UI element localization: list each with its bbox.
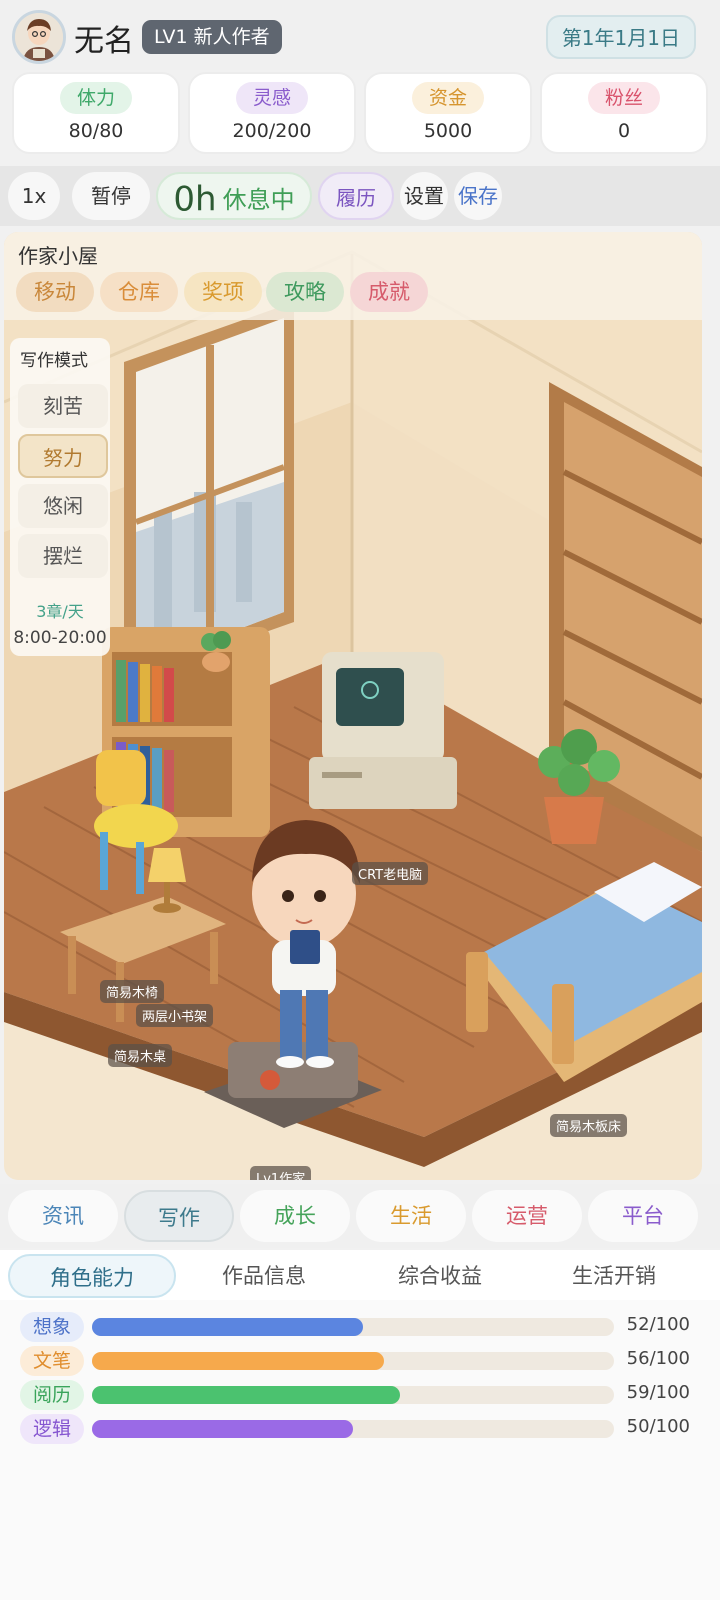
- ability-value: 50/100: [626, 1416, 690, 1437]
- writing-hours: 8:00-20:00: [13, 628, 107, 648]
- writing-mode-title: 写作模式: [20, 351, 88, 371]
- speed-button[interactable]: 1x: [8, 172, 60, 220]
- sub-nav: 角色能力 作品信息 综合收益 生活开销: [0, 1250, 720, 1300]
- main-nav: 资讯 写作 成长 生活 运营 平台: [0, 1184, 720, 1248]
- ability-bar: [92, 1420, 614, 1438]
- ability-bar-fill: [92, 1352, 385, 1370]
- move-button[interactable]: 移动: [16, 272, 94, 312]
- time-controls: 1x 暂停 0h 休息中 履历 设置 保存: [0, 166, 720, 226]
- time-counter: 0h: [173, 179, 217, 220]
- stat-fans: 粉丝 0: [540, 72, 708, 154]
- ability-row: 想象 52/100: [20, 1312, 700, 1342]
- ability-bar-fill: [92, 1318, 364, 1336]
- nav-tab-writing[interactable]: 写作: [124, 1190, 234, 1242]
- nav-tab-news[interactable]: 资讯: [8, 1190, 118, 1242]
- stat-inspiration: 灵感 200/200: [188, 72, 356, 154]
- mode-diligent-button[interactable]: 刻苦: [18, 384, 108, 428]
- room-scene: CRT老电脑 简易木椅 两层小书架 简易木桌 简易木板床 Lv1作家 作家小屋 …: [4, 232, 702, 1180]
- sub-tab-expenses[interactable]: 生活开销: [530, 1254, 698, 1298]
- ability-value: 52/100: [626, 1314, 690, 1335]
- writing-mode-panel: 写作模式 刻苦 努力 悠闲 摆烂 3章/天 8:00-20:00: [10, 338, 110, 656]
- ability-bar-fill: [92, 1420, 353, 1438]
- level-badge: LV1 新人作者: [142, 20, 282, 54]
- ability-row: 文笔 56/100: [20, 1346, 700, 1376]
- stat-value: 5000: [423, 120, 473, 142]
- writing-rate: 3章/天: [36, 602, 84, 621]
- ability-name: 逻辑: [20, 1414, 84, 1444]
- sub-tab-abilities[interactable]: 角色能力: [8, 1254, 176, 1298]
- achievements-button[interactable]: 成就: [350, 272, 428, 312]
- player-name: 无名: [74, 24, 134, 59]
- ability-value: 56/100: [626, 1348, 690, 1369]
- stat-funds: 资金 5000: [364, 72, 532, 154]
- mode-leisure-button[interactable]: 悠闲: [18, 484, 108, 528]
- nav-tab-growth[interactable]: 成长: [240, 1190, 350, 1242]
- save-button[interactable]: 保存: [454, 172, 502, 220]
- settings-button[interactable]: 设置: [400, 172, 448, 220]
- ability-name: 想象: [20, 1312, 84, 1342]
- stat-value: 80/80: [68, 120, 124, 142]
- game-date: 第1年1月1日: [545, 15, 696, 59]
- nav-tab-life[interactable]: 生活: [356, 1190, 466, 1242]
- stat-stamina: 体力 80/80: [12, 72, 180, 154]
- top-header: 无名 LV1 新人作者 第1年1月1日: [0, 0, 720, 70]
- ability-bar: [92, 1352, 614, 1370]
- stats-bar: 体力 80/80 灵感 200/200 资金 5000 粉丝 0: [12, 72, 708, 154]
- chair-icon: [96, 750, 146, 806]
- ability-bar: [92, 1386, 614, 1404]
- label-crt-computer[interactable]: CRT老电脑: [352, 862, 429, 885]
- potted-plant-icon: [544, 797, 604, 844]
- nav-tab-platform[interactable]: 平台: [588, 1190, 698, 1242]
- warehouse-button[interactable]: 仓库: [100, 272, 178, 312]
- mode-effort-button[interactable]: 努力: [18, 434, 108, 478]
- ability-row: 阅历 59/100: [20, 1380, 700, 1410]
- ability-row: 逻辑 50/100: [20, 1414, 700, 1444]
- label-player[interactable]: Lv1作家: [250, 1166, 312, 1180]
- stat-label: 粉丝: [588, 82, 660, 114]
- nav-tab-operations[interactable]: 运营: [472, 1190, 582, 1242]
- label-desk[interactable]: 简易木桌: [108, 1044, 173, 1067]
- abilities-panel: 想象 52/100 文笔 56/100 阅历 59/100 逻辑 50/100: [0, 1300, 720, 1600]
- ability-name: 文笔: [20, 1346, 84, 1376]
- stat-label: 灵感: [236, 82, 308, 114]
- mode-slack-button[interactable]: 摆烂: [18, 534, 108, 578]
- resume-button[interactable]: 履历: [318, 172, 394, 220]
- label-bookshelf[interactable]: 两层小书架: [136, 1004, 214, 1027]
- room-title: 作家小屋: [18, 244, 98, 268]
- status-text: 休息中: [222, 185, 295, 214]
- ability-value: 59/100: [626, 1382, 690, 1403]
- sub-tab-works[interactable]: 作品信息: [180, 1254, 348, 1298]
- ability-bar: [92, 1318, 614, 1336]
- stat-value: 200/200: [232, 120, 312, 142]
- pause-button[interactable]: 暂停: [72, 172, 150, 220]
- label-chair[interactable]: 简易木椅: [100, 980, 165, 1003]
- ability-bar-fill: [92, 1386, 400, 1404]
- awards-button[interactable]: 奖项: [184, 272, 262, 312]
- label-bed[interactable]: 简易木板床: [550, 1114, 628, 1137]
- stat-value: 0: [617, 120, 631, 142]
- scene-toolbar: 作家小屋 移动 仓库 奖项 攻略 成就: [4, 232, 702, 320]
- status-pill: 0h 休息中: [156, 172, 312, 220]
- stat-label: 体力: [60, 82, 132, 114]
- stat-label: 资金: [412, 82, 484, 114]
- sub-tab-income[interactable]: 综合收益: [356, 1254, 524, 1298]
- guide-button[interactable]: 攻略: [266, 272, 344, 312]
- writer-avatar-icon[interactable]: [12, 10, 66, 64]
- ability-name: 阅历: [20, 1380, 84, 1410]
